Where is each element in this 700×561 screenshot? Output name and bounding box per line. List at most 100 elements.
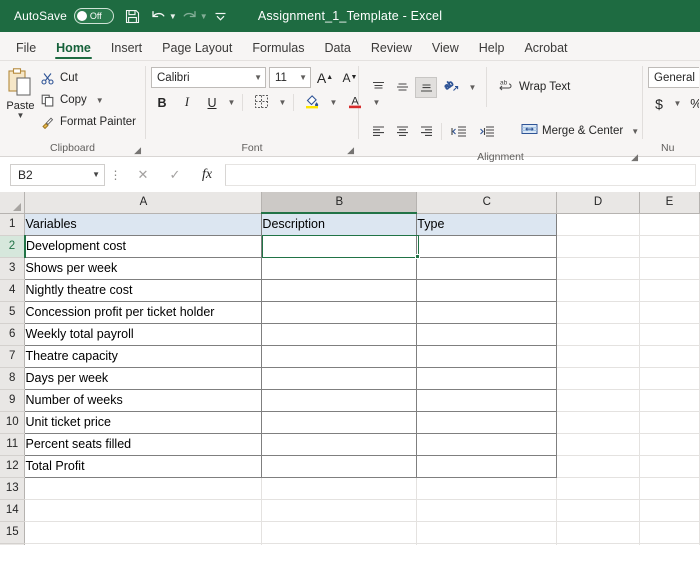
cut-button[interactable]: Cut [36,68,140,88]
column-header-d[interactable]: D [556,192,641,214]
cell-e16[interactable] [639,543,700,545]
column-header-a[interactable]: A [24,192,263,214]
row-header-3[interactable]: 3 [0,257,26,280]
cell-a10[interactable]: Unit ticket price [24,411,263,434]
cell-d12[interactable] [556,455,641,478]
align-left-button[interactable] [367,121,389,142]
cell-b11[interactable] [261,433,418,456]
cell-c10[interactable] [416,411,558,434]
cell-d2[interactable] [556,235,641,258]
underline-button[interactable]: U [201,92,223,113]
cell-a12[interactable]: Total Profit [24,455,263,478]
increase-indent-button[interactable] [474,121,500,142]
cell-d4[interactable] [556,279,641,302]
cell-a13[interactable] [24,477,263,500]
row-header-5[interactable]: 5 [0,301,26,324]
cell-d14[interactable] [556,499,641,522]
tab-help[interactable]: Help [469,38,515,60]
row-header-6[interactable]: 6 [0,323,26,346]
undo-dropdown-icon[interactable]: ▼ [169,12,177,21]
row-header-15[interactable]: 15 [0,521,26,544]
percent-format-button[interactable]: % [685,93,699,114]
cell-d10[interactable] [556,411,641,434]
cell-a4[interactable]: Nightly theatre cost [24,279,263,302]
cell-d1[interactable] [556,213,641,236]
cell-e14[interactable] [639,499,700,522]
cell-c14[interactable] [416,499,558,522]
borders-button[interactable] [248,92,274,113]
cell-a2[interactable]: Development cost [24,235,263,258]
tab-data[interactable]: Data [314,38,360,60]
cell-d13[interactable] [556,477,641,500]
copy-dropdown-icon[interactable]: ▼ [96,96,104,105]
cell-a9[interactable]: Number of weeks [24,389,263,412]
cell-e7[interactable] [639,345,700,368]
cell-d5[interactable] [556,301,641,324]
redo-dropdown-icon[interactable]: ▼ [200,12,208,21]
accounting-format-button[interactable]: $ [648,93,670,114]
cell-c2[interactable] [416,235,558,258]
autosave-switch[interactable]: Off [73,8,114,24]
bottom-align-button[interactable] [415,76,437,98]
font-size-dropdown-icon[interactable]: ▼ [295,73,307,82]
cell-c12[interactable] [416,455,558,478]
top-align-button[interactable] [367,77,389,98]
fill-color-dropdown-icon[interactable]: ▼ [328,92,339,113]
cell-b3[interactable] [261,257,418,280]
fill-handle[interactable] [415,254,420,259]
column-header-b[interactable]: B [261,192,418,214]
cell-b6[interactable] [261,323,418,346]
row-header-9[interactable]: 9 [0,389,26,412]
cell-e2[interactable] [639,235,700,258]
underline-dropdown-icon[interactable]: ▼ [226,92,237,113]
column-header-e[interactable]: E [639,192,700,214]
cell-c6[interactable] [416,323,558,346]
cell-e3[interactable] [639,257,700,280]
middle-align-button[interactable] [391,77,413,98]
cell-a16[interactable] [24,543,263,545]
tab-acrobat[interactable]: Acrobat [514,38,577,60]
copy-button[interactable]: Copy ▼ [36,90,140,110]
fill-color-button[interactable] [299,92,325,113]
cell-d9[interactable] [556,389,641,412]
cell-e13[interactable] [639,477,700,500]
cell-e6[interactable] [639,323,700,346]
number-format-combo[interactable]: General [648,67,699,88]
cell-b7[interactable] [261,345,418,368]
cell-c7[interactable] [416,345,558,368]
paste-button[interactable]: Paste ▼ [5,65,36,120]
cell-e15[interactable] [639,521,700,544]
row-header-1[interactable]: 1 [0,213,26,236]
row-header-13[interactable]: 13 [0,477,26,500]
cell-e5[interactable] [639,301,700,324]
cell-b14[interactable] [261,499,418,522]
cell-e8[interactable] [639,367,700,390]
cell-d7[interactable] [556,345,641,368]
cell-a11[interactable]: Percent seats filled [24,433,263,456]
wrap-text-button[interactable]: ab Wrap Text [495,77,574,98]
tab-home[interactable]: Home [46,38,101,60]
decrease-font-size-button[interactable]: A ▼ [339,67,361,88]
save-icon[interactable] [120,3,146,29]
cell-a15[interactable] [24,521,263,544]
cell-a6[interactable]: Weekly total payroll [24,323,263,346]
cell-d16[interactable] [556,543,641,545]
cell-d3[interactable] [556,257,641,280]
cell-a8[interactable]: Days per week [24,367,263,390]
font-name-combo[interactable]: Calibri ▼ [151,67,266,88]
increase-font-size-button[interactable]: A ▲ [314,67,336,88]
cell-a5[interactable]: Concession profit per ticket holder [24,301,263,324]
alignment-dialog-launcher-icon[interactable]: ◢ [631,152,638,163]
cell-b1[interactable]: Description [261,212,418,236]
cell-b8[interactable] [261,367,418,390]
cell-b16[interactable] [261,543,418,545]
center-button[interactable] [391,121,413,142]
clipboard-dialog-launcher-icon[interactable]: ◢ [134,145,141,156]
autosave-toggle[interactable]: AutoSave Off [8,8,120,24]
cell-c1[interactable]: Type [416,212,558,236]
row-header-16[interactable]: 16 [0,543,26,545]
tab-formulas[interactable]: Formulas [242,38,314,60]
font-dialog-launcher-icon[interactable]: ◢ [347,145,354,156]
italic-button[interactable]: I [176,92,198,113]
cell-b10[interactable] [261,411,418,434]
